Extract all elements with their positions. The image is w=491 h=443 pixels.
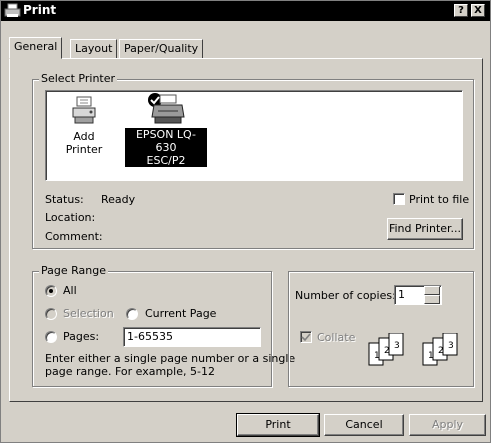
- comment-label: Comment:: [45, 230, 103, 243]
- help-button[interactable]: ?: [454, 4, 468, 17]
- radio-all[interactable]: [45, 285, 57, 297]
- radio-selection-label[interactable]: Selection: [63, 307, 114, 320]
- radio-pages-label[interactable]: Pages:: [63, 330, 99, 343]
- printer-list[interactable]: Add Printer EPSON LQ-630 ESC/P2: [45, 90, 463, 181]
- print-to-file-label[interactable]: Print to file: [409, 193, 469, 206]
- check-icon: [301, 333, 311, 342]
- close-button[interactable]: X: [471, 4, 485, 17]
- find-printer-button[interactable]: Find Printer...: [387, 218, 463, 240]
- tab-layout[interactable]: Layout: [70, 39, 118, 59]
- tab-general-label: General: [14, 40, 58, 53]
- tab-general[interactable]: General: [9, 37, 63, 59]
- radio-current-page[interactable]: [126, 308, 138, 320]
- spin-down-button[interactable]: [424, 295, 440, 304]
- add-printer-item[interactable]: Add Printer: [54, 95, 114, 156]
- print-dialog: Print ? X General Layout Paper/Quality S…: [0, 0, 491, 443]
- status-label: Status:: [45, 193, 84, 206]
- add-printer-label: Add Printer: [65, 130, 103, 156]
- collate-label[interactable]: Collate: [317, 331, 355, 344]
- tab-paper-quality-label: Paper/Quality: [124, 42, 199, 55]
- collate-page-2a: 2: [384, 346, 390, 356]
- add-printer-icon: [72, 96, 96, 124]
- collate-page-1b: 1: [428, 351, 434, 361]
- radio-selection[interactable]: [45, 308, 57, 320]
- print-to-file-checkbox[interactable]: [393, 193, 405, 205]
- title-bar[interactable]: Print ? X: [1, 1, 490, 21]
- print-button[interactable]: Print: [236, 413, 320, 437]
- collate-checkbox[interactable]: [300, 331, 312, 343]
- cancel-button[interactable]: Cancel: [324, 414, 404, 436]
- radio-pages[interactable]: [45, 331, 57, 343]
- pages-input[interactable]: 1-65535: [123, 327, 261, 347]
- location-label: Location:: [45, 211, 96, 224]
- apply-button-label: Apply: [431, 418, 464, 431]
- collate-page-3a: 3: [394, 341, 400, 351]
- epson-label-line2: ESC/P2: [146, 154, 186, 167]
- copies-spinner[interactable]: [424, 286, 440, 304]
- spin-up-button[interactable]: [424, 286, 440, 295]
- window-title: Print: [23, 3, 57, 17]
- collate-page-2b: 2: [438, 346, 444, 356]
- status-value: Ready: [101, 193, 136, 206]
- epson-printer-item[interactable]: EPSON LQ-630 ESC/P2: [125, 91, 207, 167]
- select-printer-legend: Select Printer: [39, 72, 118, 85]
- tab-paper-quality[interactable]: Paper/Quality: [119, 39, 204, 59]
- collate-page-1a: 1: [374, 351, 380, 361]
- print-button-label: Print: [265, 418, 291, 431]
- find-printer-label: Find Printer...: [388, 222, 462, 235]
- epson-label-line1: EPSON LQ-630: [135, 128, 196, 154]
- page-range-hint-line2: page range. For example, 5-12: [45, 365, 215, 378]
- page-range-hint-line1: Enter either a single page number or a s…: [45, 352, 296, 365]
- cancel-button-label: Cancel: [345, 418, 383, 431]
- printer-icon: [4, 3, 21, 17]
- radio-current-page-label[interactable]: Current Page: [145, 307, 216, 320]
- tab-layout-label: Layout: [75, 42, 113, 55]
- number-of-copies-label: Number of copies:: [295, 289, 396, 302]
- collate-page-3b: 3: [448, 341, 454, 351]
- epson-printer-label: EPSON LQ-630 ESC/P2: [125, 128, 207, 167]
- radio-all-label[interactable]: All: [63, 284, 77, 297]
- apply-button[interactable]: Apply: [409, 414, 486, 436]
- page-range-legend: Page Range: [39, 264, 108, 277]
- printer-icon: [148, 93, 185, 124]
